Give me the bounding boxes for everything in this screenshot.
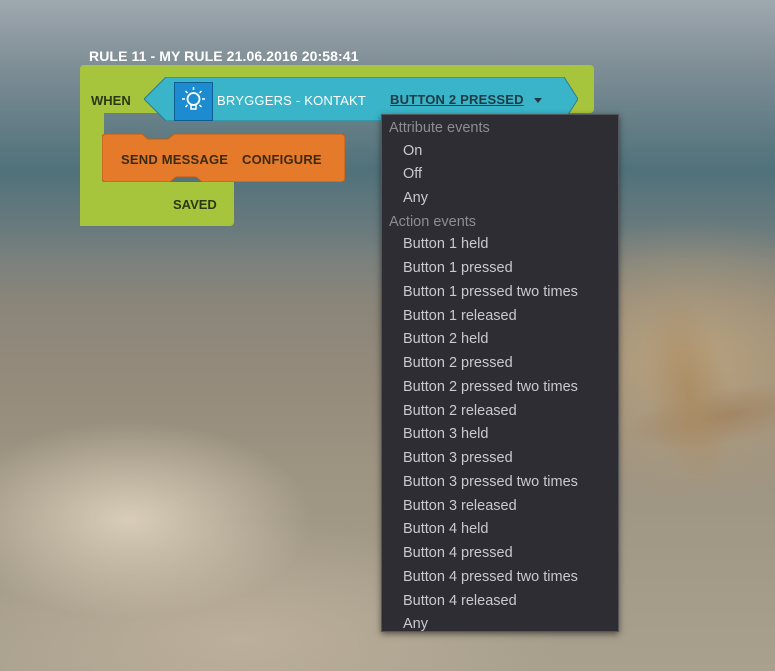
dropdown-option[interactable]: Button 1 held [403,236,488,252]
dropdown-option[interactable]: Button 4 pressed [403,545,513,561]
dropdown-option[interactable]: Button 2 released [403,403,517,419]
dropdown-option[interactable]: Button 4 held [403,521,488,537]
dropdown-option[interactable]: Button 2 pressed [403,355,513,371]
dropdown-option[interactable]: Button 3 pressed two times [403,474,578,490]
dropdown-option[interactable]: Button 4 pressed two times [403,569,578,585]
dropdown-option[interactable]: Button 4 released [403,593,517,609]
dropdown-group-attribute: Attribute events [389,120,490,136]
action-label: SEND MESSAGE [121,152,229,167]
lightbulb-icon [174,82,213,121]
dropdown-option[interactable]: Any [403,190,428,206]
dropdown-option[interactable]: Off [403,166,422,182]
dropdown-option[interactable]: Button 3 held [403,426,488,442]
caret-down-icon[interactable] [534,98,542,103]
dropdown-option[interactable]: Button 1 pressed two times [403,284,578,300]
event-select[interactable]: BUTTON 2 PRESSED [390,92,524,107]
dropdown-option[interactable]: Button 2 held [403,331,488,347]
dropdown-option[interactable]: Button 3 released [403,498,517,514]
saved-status: SAVED [173,197,217,212]
send-message-block[interactable]: SEND MESSAGE CONFIGURE [102,134,345,182]
dropdown-option[interactable]: Button 1 pressed [403,260,513,276]
dropdown-option[interactable]: On [403,143,422,159]
dropdown-option[interactable]: Button 3 pressed [403,450,513,466]
dropdown-option[interactable]: Button 1 released [403,308,517,324]
dropdown-option[interactable]: Button 2 pressed two times [403,379,578,395]
event-dropdown[interactable]: Attribute events On Off Any Action event… [381,114,619,632]
configure-button[interactable]: CONFIGURE [242,152,322,167]
dropdown-option[interactable]: Any [403,616,428,632]
rule-title: RULE 11 - MY RULE 21.06.2016 20:58:41 [89,48,359,64]
device-name: BRYGGERS - KONTAKT [217,93,367,108]
when-label: WHEN [91,93,131,108]
dropdown-group-action: Action events [389,214,477,230]
